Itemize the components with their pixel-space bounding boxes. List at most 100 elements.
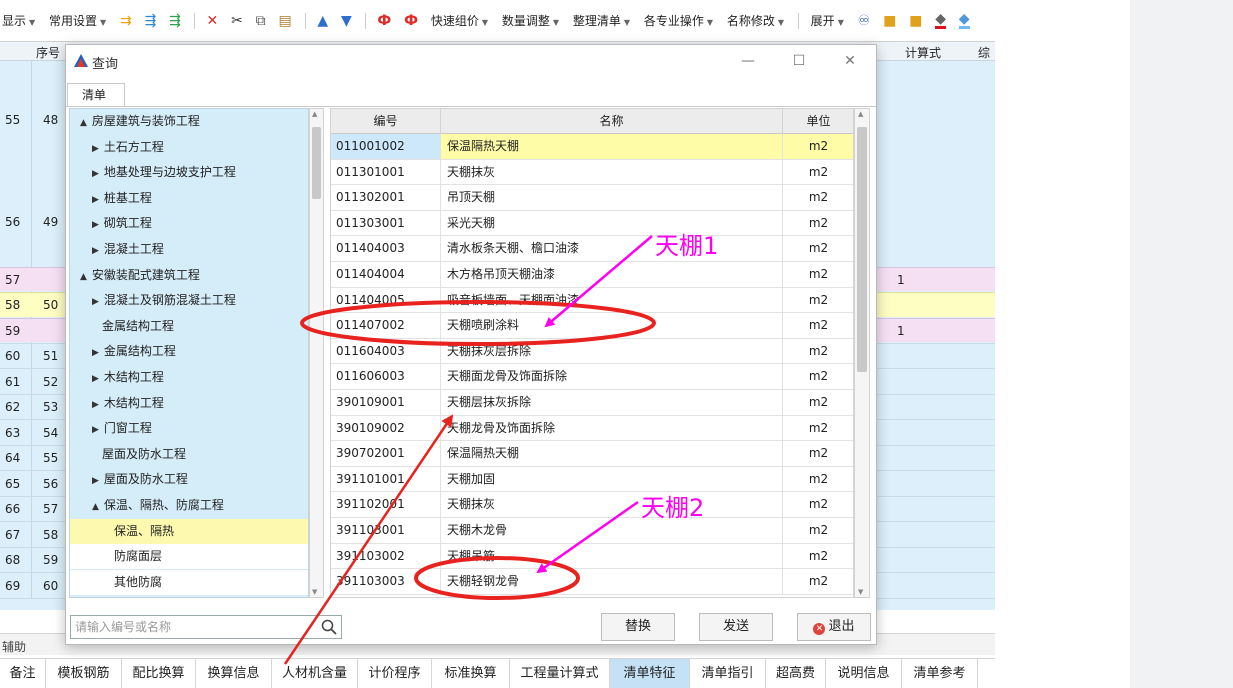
expand-arrow-icon[interactable]: ▶: [92, 246, 99, 256]
tree-item[interactable]: ▶ 混凝土工程: [70, 237, 308, 262]
tree-item[interactable]: ▶ 金属结构工程: [70, 339, 308, 364]
highlight-color-icon[interactable]: ◆: [958, 12, 970, 29]
toolbar-organize-list[interactable]: 整理清单 ▼: [573, 12, 630, 29]
scroll-down-icon[interactable]: ▼: [312, 588, 317, 596]
expand-arrow-icon[interactable]: ▶: [92, 220, 99, 230]
tab-labor-material[interactable]: 人材机含量: [272, 659, 358, 688]
tab-overheight-fee[interactable]: 超高费: [766, 659, 826, 688]
table-row[interactable]: 011303001 采光天棚 m2: [331, 210, 853, 237]
cut-icon[interactable]: ✂: [231, 13, 243, 29]
tree-item[interactable]: 保温、隔热: [70, 518, 308, 544]
table-row[interactable]: 391102001 天棚抹灰 m2: [331, 492, 853, 518]
col-unit[interactable]: 单位: [783, 109, 853, 134]
search-input[interactable]: [75, 617, 313, 637]
tree-item[interactable]: 防腐面层: [70, 544, 308, 570]
minimize-button[interactable]: —: [734, 49, 762, 73]
replace-button[interactable]: 替换: [601, 613, 675, 641]
category-tree[interactable]: ▲ 房屋建筑与装饰工程 ▶ 土石方工程 ▶ 地基处理与边坡支护工程 ▶ 桩基工程 ▶ 砌筑工程 ▶ 混…: [69, 108, 309, 598]
move-up-icon[interactable]: ▲: [317, 13, 328, 29]
scroll-up-icon[interactable]: ▲: [858, 110, 863, 118]
tree-scrollbar[interactable]: ▲ ▼: [309, 108, 324, 598]
tree-item[interactable]: ▶ 砌筑工程: [70, 211, 308, 236]
scroll-up-icon[interactable]: ▲: [312, 110, 317, 118]
tree-item[interactable]: 金属结构工程: [70, 314, 308, 339]
expand-arrow-icon[interactable]: ▶: [92, 348, 99, 358]
table-row[interactable]: 391103001 天棚木龙骨 m2: [331, 518, 853, 544]
tree-item[interactable]: ▲ 保温、隔热、防腐工程: [70, 493, 308, 518]
send-button[interactable]: 发送: [699, 613, 773, 641]
scroll-thumb[interactable]: [312, 127, 321, 199]
expand-arrow-icon[interactable]: ▶: [92, 169, 99, 179]
tab-mix-conversion[interactable]: 配比换算: [122, 659, 196, 688]
table-row[interactable]: 011404004 木方格吊顶天棚油漆 m2: [331, 262, 853, 288]
tab-quantity-formula[interactable]: 工程量计算式: [510, 659, 610, 688]
tree-item[interactable]: ▶ 混凝土及钢筋混凝土工程: [70, 288, 308, 313]
scroll-down-icon[interactable]: ▼: [858, 588, 863, 596]
tree-item[interactable]: ▶ 地基处理与边坡支护工程: [70, 160, 308, 185]
collapse-arrow-icon[interactable]: ▲: [92, 502, 99, 512]
tree-item[interactable]: ▶ 木结构工程: [70, 391, 308, 416]
price-icon[interactable]: Ф: [377, 13, 391, 29]
expand-arrow-icon[interactable]: ▶: [92, 144, 99, 154]
dual-price-icon[interactable]: Ф: [404, 13, 418, 29]
toolbar-rename[interactable]: 名称修改 ▼: [727, 12, 784, 29]
move-down-icon[interactable]: ▼: [341, 13, 352, 29]
scroll-thumb[interactable]: [857, 127, 867, 372]
expand-arrow-icon[interactable]: ▶: [92, 195, 99, 205]
tab-conversion-info[interactable]: 换算信息: [196, 659, 272, 688]
tree-item[interactable]: ▶ 土石方工程: [70, 135, 308, 160]
fill-color-icon[interactable]: ◆: [935, 12, 946, 29]
expand-arrow-icon[interactable]: ▶: [92, 476, 99, 486]
collapse-arrow-icon[interactable]: ▲: [80, 272, 87, 282]
delete-icon[interactable]: ✕: [207, 13, 219, 29]
expand-arrow-icon[interactable]: ▶: [92, 374, 99, 384]
lock-icon[interactable]: ■: [883, 13, 896, 29]
collapse-arrow-icon[interactable]: ▲: [80, 118, 87, 128]
tree-item[interactable]: 其他防腐: [70, 569, 308, 595]
tab-pricing-program[interactable]: 计价程序: [358, 659, 432, 688]
table-row[interactable]: 390702001 保温隔热天棚 m2: [331, 441, 853, 467]
search-icon[interactable]: [321, 619, 337, 635]
tab-list-guide[interactable]: 清单指引: [690, 659, 766, 688]
table-row[interactable]: 391103003 天棚轻钢龙骨 m2: [331, 569, 853, 595]
table-row[interactable]: 011604003 天棚抹灰层拆除 m2: [331, 338, 853, 365]
insert-column-icon[interactable]: ⇶: [145, 13, 157, 29]
copy-icon[interactable]: ⧉: [256, 13, 266, 29]
table-row[interactable]: 390109002 天棚龙骨及饰面拆除 m2: [331, 415, 853, 442]
table-row[interactable]: 011301001 天棚抹灰 m2: [331, 159, 853, 186]
tab-template-rebar[interactable]: 模板钢筋: [46, 659, 122, 688]
table-row[interactable]: 011302001 吊顶天棚 m2: [331, 185, 853, 211]
table-row[interactable]: 391103002 天棚吊筋 m2: [331, 543, 853, 570]
tab-standard-conversion[interactable]: 标准换算: [432, 659, 510, 688]
binoculars-icon[interactable]: ♾: [858, 13, 871, 29]
table-row[interactable]: 011606003 天棚面龙骨及饰面拆除 m2: [331, 364, 853, 390]
toolbar-show[interactable]: 显示 ▼: [2, 12, 35, 29]
tree-item[interactable]: ▶ 木结构工程: [70, 365, 308, 390]
tree-item[interactable]: ▲ 房屋建筑与装饰工程: [70, 109, 308, 134]
toolbar-expand[interactable]: 展开 ▼: [811, 12, 844, 29]
table-row[interactable]: 390109001 天棚层抹灰拆除 m2: [331, 390, 853, 416]
exit-button[interactable]: ✕ 退出: [797, 613, 871, 641]
tab-description[interactable]: 说明信息: [826, 659, 902, 688]
table-row[interactable]: 011404005 吸音板墙面、天棚面油漆 m2: [331, 287, 853, 314]
tree-item[interactable]: ▶ 桩基工程: [70, 186, 308, 211]
expand-arrow-icon[interactable]: ▶: [92, 297, 99, 307]
tab-list[interactable]: 清单: [67, 83, 125, 107]
table-row[interactable]: 011404003 清水板条天棚、檐口油漆 m2: [331, 236, 853, 262]
toolbar-common-settings[interactable]: 常用设置 ▼: [49, 12, 106, 29]
toolbar-quantity-adjust[interactable]: 数量调整 ▼: [502, 12, 559, 29]
tab-list-features[interactable]: 清单特征: [610, 659, 690, 688]
tree-item[interactable]: ▶ 门窗工程: [70, 416, 308, 441]
table-scrollbar[interactable]: ▲ ▼: [854, 108, 870, 598]
toolbar-quick-price[interactable]: 快速组价 ▼: [431, 12, 488, 29]
dialog-titlebar[interactable]: 查询 — ☐ ✕: [66, 45, 876, 77]
expand-arrow-icon[interactable]: ▶: [92, 400, 99, 410]
tree-item[interactable]: ▲ 安徽装配式建筑工程: [70, 263, 308, 288]
tree-item[interactable]: 屋面及防水工程: [70, 442, 308, 467]
tab-notes[interactable]: 备注: [0, 659, 46, 688]
paste-icon[interactable]: ▤: [278, 13, 291, 29]
table-row[interactable]: 011407002 天棚喷刷涂料 m2: [331, 313, 853, 339]
col-name[interactable]: 名称: [441, 109, 783, 134]
col-code[interactable]: 编号: [331, 109, 441, 134]
close-button[interactable]: ✕: [836, 49, 864, 73]
